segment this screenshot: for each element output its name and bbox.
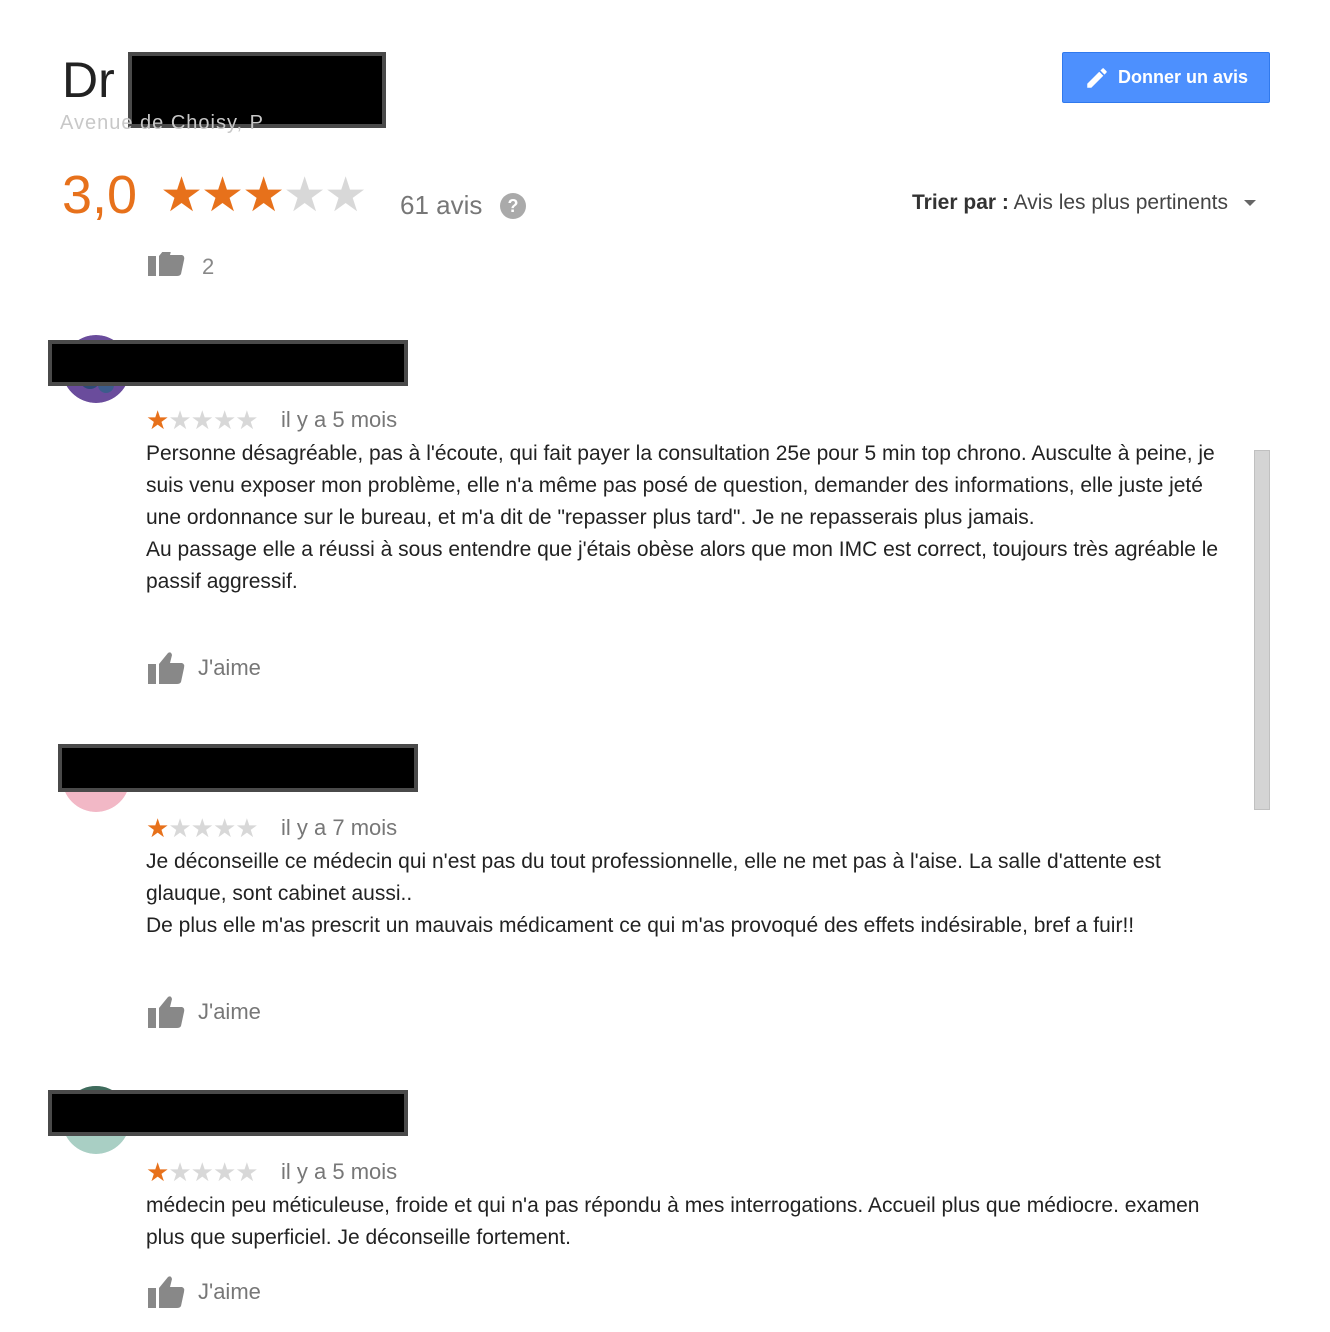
like-button[interactable]: J'aime bbox=[146, 650, 261, 686]
review-text: Je déconseille ce médecin qui n'est pas … bbox=[146, 850, 1161, 937]
redacted-reviewer-name bbox=[48, 1090, 408, 1136]
star-empty-icon: ★ bbox=[212, 813, 236, 843]
star-empty-icon: ★ bbox=[190, 405, 214, 435]
caret-down-icon bbox=[1243, 200, 1256, 207]
like-button[interactable]: J'aime bbox=[146, 1274, 261, 1310]
star-empty-icon: ★ bbox=[235, 813, 258, 843]
star-empty-icon: ★ bbox=[168, 813, 191, 843]
thumbs-up-icon bbox=[148, 652, 185, 684]
review-stars: ★★★★★ bbox=[146, 1157, 259, 1187]
scrollbar-thumb[interactable] bbox=[1254, 450, 1270, 810]
review-count: 61 avis bbox=[400, 190, 483, 220]
star-filled-icon: ★ bbox=[201, 169, 244, 222]
average-score: 3,0 bbox=[62, 165, 138, 225]
star-empty-icon: ★ bbox=[283, 169, 326, 222]
star-filled-icon: ★ bbox=[146, 405, 169, 435]
review-date: il y a 5 mois bbox=[281, 1159, 398, 1184]
like-button[interactable]: J'aime bbox=[146, 994, 261, 1030]
like-label: J'aime bbox=[198, 655, 261, 680]
review-text: médecin peu méticuleuse, froide et qui n… bbox=[146, 1194, 1200, 1249]
address-line: Avenue de Choisy, P bbox=[60, 112, 264, 134]
star-empty-icon: ★ bbox=[235, 1157, 258, 1187]
thumbs-up-icon bbox=[148, 252, 185, 276]
review-text: Personne désagréable, pas à l'écoute, qu… bbox=[146, 442, 1219, 593]
like-label: J'aime bbox=[198, 1279, 261, 1304]
star-filled-icon: ★ bbox=[242, 169, 285, 222]
star-empty-icon: ★ bbox=[168, 1157, 191, 1187]
give-review-button[interactable]: Donner un avis bbox=[1062, 52, 1270, 103]
star-filled-icon: ★ bbox=[146, 813, 169, 843]
average-rating-stars: ★★★★★ bbox=[160, 169, 367, 222]
star-empty-icon: ★ bbox=[212, 1157, 236, 1187]
star-empty-icon: ★ bbox=[190, 1157, 214, 1187]
sort-value: Avis les plus pertinents bbox=[1013, 191, 1228, 214]
help-icon[interactable]: ? bbox=[500, 193, 526, 219]
pencil-icon bbox=[1087, 67, 1107, 88]
sort-dropdown[interactable]: Trier par : Avis les plus pertinents bbox=[912, 188, 1256, 218]
review-stars: ★★★★★ bbox=[146, 405, 259, 435]
sort-label: Trier par : bbox=[912, 191, 1009, 214]
review-date: il y a 7 mois bbox=[281, 815, 398, 840]
thumbs-up-icon bbox=[148, 996, 185, 1028]
star-empty-icon: ★ bbox=[212, 405, 236, 435]
review-date: il y a 5 mois bbox=[281, 407, 398, 432]
redacted-reviewer-name bbox=[58, 744, 418, 792]
redacted-reviewer-name bbox=[48, 340, 408, 386]
star-empty-icon: ★ bbox=[235, 405, 258, 435]
like-count: 2 bbox=[202, 254, 215, 278]
like-label: J'aime bbox=[198, 999, 261, 1024]
give-review-label: Donner un avis bbox=[1117, 67, 1249, 87]
previous-review-like[interactable]: 2 bbox=[146, 252, 214, 278]
thumbs-up-icon bbox=[148, 1276, 185, 1308]
review-stars: ★★★★★ bbox=[146, 813, 259, 843]
page-title: Dr bbox=[62, 52, 115, 108]
star-filled-icon: ★ bbox=[146, 1157, 169, 1187]
star-empty-icon: ★ bbox=[324, 169, 367, 222]
star-filled-icon: ★ bbox=[160, 169, 203, 222]
star-empty-icon: ★ bbox=[168, 405, 191, 435]
star-empty-icon: ★ bbox=[190, 813, 214, 843]
